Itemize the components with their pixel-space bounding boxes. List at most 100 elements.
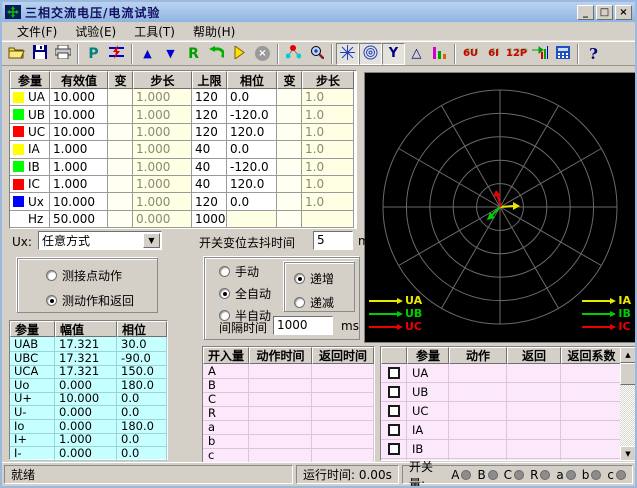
rms-cell[interactable]: 1.000 [50, 141, 108, 158]
vector-node-button[interactable] [282, 43, 305, 65]
step-cell[interactable]: 1.000 [133, 89, 192, 106]
var-cell[interactable] [108, 141, 133, 158]
start-button[interactable] [228, 43, 251, 65]
close-button[interactable]: × [615, 5, 632, 20]
var-cell[interactable] [108, 106, 133, 123]
undo-button[interactable] [205, 43, 228, 65]
radio-icon[interactable] [219, 288, 230, 299]
var-cell[interactable] [277, 89, 302, 106]
ux-mode-select[interactable]: 任意方式 ▼ [38, 231, 162, 250]
var-cell[interactable] [277, 106, 302, 123]
checkbox[interactable] [388, 367, 400, 379]
limit-cell[interactable]: 40 [192, 159, 227, 176]
limit-cell[interactable]: 120 [192, 89, 227, 106]
phase-cell[interactable]: 0.0 [227, 141, 277, 158]
rings-view-button[interactable] [359, 43, 382, 65]
minimize-button[interactable]: _ [577, 5, 594, 20]
checkbox[interactable] [388, 443, 400, 455]
phase-cell[interactable]: -120.0 [227, 159, 277, 176]
help-button[interactable]: ? [582, 43, 605, 65]
var-cell[interactable] [277, 176, 302, 193]
raise-button[interactable]: ▲ [136, 43, 159, 65]
rms-cell[interactable]: 50.000 [50, 211, 108, 228]
phase-cell[interactable]: -120.0 [227, 106, 277, 123]
var-cell[interactable] [277, 159, 302, 176]
scroll-down-icon[interactable]: ▼ [620, 446, 636, 461]
menu-item[interactable]: 试验(E) [66, 21, 125, 42]
reset-button[interactable]: R [182, 43, 205, 65]
phase-step-cell[interactable]: 1.0 [302, 124, 354, 141]
open-file-button[interactable] [5, 43, 28, 65]
phase-step-cell[interactable]: 1.0 [302, 193, 354, 210]
debounce-input[interactable]: 5 [313, 231, 353, 250]
var-cell[interactable] [108, 193, 133, 210]
limit-cell[interactable]: 120 [192, 124, 227, 141]
calculator-button[interactable] [551, 43, 574, 65]
maximize-button[interactable]: □ [596, 5, 613, 20]
fault-button[interactable] [105, 43, 128, 65]
step-cell[interactable]: 1.000 [133, 106, 192, 123]
var-cell[interactable] [277, 211, 302, 228]
delta-connection-button[interactable]: △ [405, 43, 428, 65]
radio-option[interactable]: 测接点动作 [46, 267, 171, 284]
rms-cell[interactable]: 10.000 [50, 106, 108, 123]
phase-step-cell[interactable]: 1.0 [302, 106, 354, 123]
menu-item[interactable]: 帮助(H) [184, 21, 244, 42]
var-cell[interactable] [108, 159, 133, 176]
limit-cell[interactable]: 120 [192, 106, 227, 123]
phase-cell[interactable]: 0.0 [227, 193, 277, 210]
print-button[interactable] [51, 43, 74, 65]
var-cell[interactable] [108, 176, 133, 193]
phase-step-cell[interactable] [302, 211, 354, 228]
phase-cell[interactable]: 120.0 [227, 176, 277, 193]
radio-option[interactable]: 递增 [294, 270, 354, 287]
var-cell[interactable] [108, 89, 133, 106]
step-cell[interactable]: 1.000 [133, 159, 192, 176]
rms-cell[interactable]: 10.000 [50, 124, 108, 141]
rms-cell[interactable]: 1.000 [50, 176, 108, 193]
wye-connection-button[interactable]: Y [382, 43, 405, 65]
chevron-down-icon[interactable]: ▼ [143, 233, 160, 248]
twelve-phase-button[interactable]: 12P [505, 43, 528, 65]
rms-cell[interactable]: 10.000 [50, 193, 108, 210]
phase-step-cell[interactable]: 1.0 [302, 176, 354, 193]
limit-cell[interactable]: 40 [192, 141, 227, 158]
save-button[interactable] [28, 43, 51, 65]
radio-option[interactable]: 测动作和返回 [46, 292, 171, 309]
step-cell[interactable]: 0.000 [133, 211, 192, 228]
limit-cell[interactable]: 40 [192, 176, 227, 193]
vertical-scrollbar[interactable]: ▲ ▼ [620, 347, 636, 461]
harmonics-button[interactable] [428, 43, 451, 65]
scroll-up-icon[interactable]: ▲ [620, 347, 636, 363]
var-cell[interactable] [108, 124, 133, 141]
phase-step-cell[interactable]: 1.0 [302, 89, 354, 106]
radio-option[interactable]: 递减 [294, 294, 354, 311]
parameter-setup-button[interactable]: P [82, 43, 105, 65]
menu-item[interactable]: 文件(F) [8, 21, 66, 42]
star-view-button[interactable] [336, 43, 359, 65]
phase-step-cell[interactable]: 1.0 [302, 159, 354, 176]
stop-button[interactable]: × [251, 43, 274, 65]
lower-button[interactable]: ▼ [159, 43, 182, 65]
phase-cell[interactable]: 120.0 [227, 124, 277, 141]
var-cell[interactable] [277, 193, 302, 210]
limit-cell[interactable]: 1000 [192, 211, 227, 228]
six-current-button[interactable]: 6I [482, 43, 505, 65]
rms-cell[interactable]: 1.000 [50, 159, 108, 176]
radio-icon[interactable] [46, 295, 57, 306]
limit-cell[interactable]: 120 [192, 193, 227, 210]
var-cell[interactable] [108, 211, 133, 228]
radio-icon[interactable] [294, 273, 305, 284]
phase-step-cell[interactable]: 1.0 [302, 141, 354, 158]
radio-icon[interactable] [219, 266, 230, 277]
interval-input[interactable]: 1000 [273, 316, 333, 335]
checkbox[interactable] [388, 424, 400, 436]
radio-icon[interactable] [294, 297, 305, 308]
checkbox[interactable] [388, 405, 400, 417]
checkbox[interactable] [388, 386, 400, 398]
output-monitor-button[interactable] [528, 43, 551, 65]
zoom-button[interactable] [305, 43, 328, 65]
var-cell[interactable] [277, 141, 302, 158]
phase-cell[interactable]: 0.0 [227, 89, 277, 106]
six-voltage-button[interactable]: 6U [459, 43, 482, 65]
